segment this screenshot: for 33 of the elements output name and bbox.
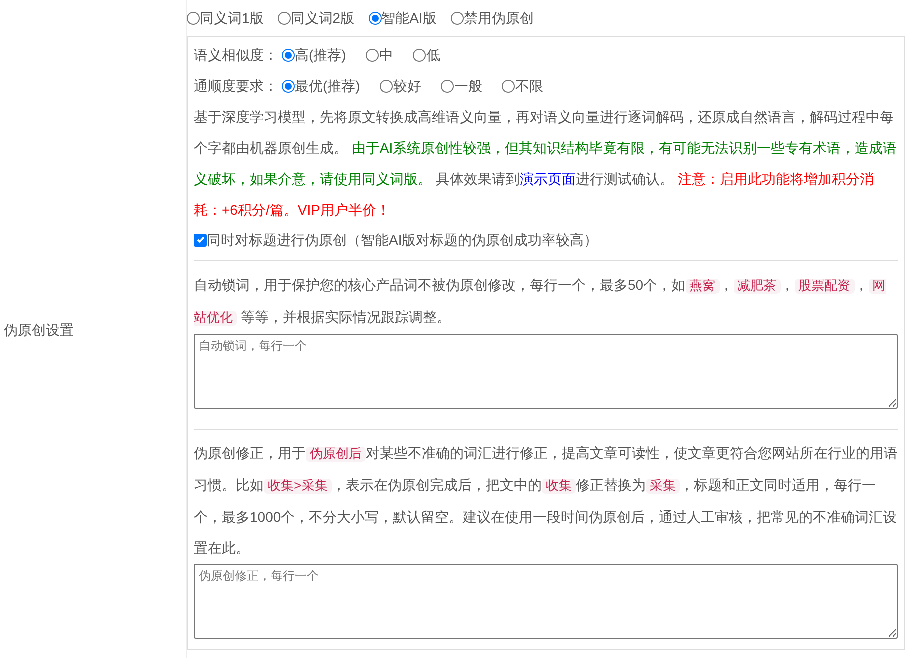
demo-page-link[interactable]: 演示页面 [520,171,576,187]
radio-button[interactable] [278,12,291,24]
radio-button[interactable] [441,80,454,93]
option-label: 通顺度要求： [194,77,278,96]
radio-label: 高(推荐) [295,46,346,65]
corrections-description: 伪原创修正，用于 伪原创后 对某些不准确的词汇进行修正，提高文章可读性，使文章更符合您网站所在行业的用语习惯。比如 收集>采集 ，表示在伪原创完成后，把文中的 收集 修正替换为 采集 ，标题和正文同时适用，每行一个，最多1000个，不分大小写，默认留空。建议在使用一段时间伪原创后，通过人工审核，把常见的不准确词汇设置在此。 [194,444,898,558]
radio-label: 同义词2版 [290,8,355,28]
radio-button[interactable] [282,49,295,62]
radio-label: 智能AI版 [382,8,437,28]
radio-label: 较好 [393,77,422,96]
checkbox-label: 同时对标题进行伪原创（智能AI版对标题的伪原创成功率较高） [207,230,598,250]
radio-label: 不限 [515,77,544,96]
radio-button[interactable] [502,80,516,93]
radio-label: 禁用伪原创 [464,8,534,28]
radio-button[interactable] [413,49,426,62]
radio-label: 最优(推荐) [295,77,360,96]
corrections-field[interactable]: 伪原创修正，每行一个 [194,564,898,639]
lock-words-field[interactable]: 自动锁词，每行一个 [194,334,898,409]
radio-label: 中 [379,46,394,65]
radio-button[interactable] [282,80,295,93]
radio-label: 一般 [454,77,482,96]
radio-button[interactable] [366,49,380,62]
radio-label: 同义词1版 [200,8,264,28]
option-label: 语义相似度： [194,46,278,65]
radio-button[interactable] [187,12,200,24]
section-label: 伪原创设置 [4,320,74,340]
radio-button[interactable] [368,12,382,24]
radio-label: 低 [426,46,440,65]
ai-description: 基于深度学习模型，先将原文转换成高维语义向量，再对语义向量进行逐词解码，还原成自然语言，解码过程中每个字都由机器原创生成。 由于AI系统原创性较强，但其知识结构毕竟有限，有可能无法识别一些专有术语，造成语义破坏，如果介意，请使用同义词版。 具体效果请到演示页面进行测试确认。 注意：启用此功能将增加积分消耗：+6积分/篇。VIP用户半价！ [194,108,898,220]
lock-words-description: 自动锁词，用于保护您的核心产品词不被伪原创修改，每行一个，最多50个，如 燕窝 ， 减肥茶 ， 股票配资 ， 网站优化 等等，并根据实际情况跟踪调整。 [194,276,887,328]
checkbox[interactable] [194,234,207,246]
radio-button[interactable] [380,80,394,93]
radio-button[interactable] [450,12,464,24]
